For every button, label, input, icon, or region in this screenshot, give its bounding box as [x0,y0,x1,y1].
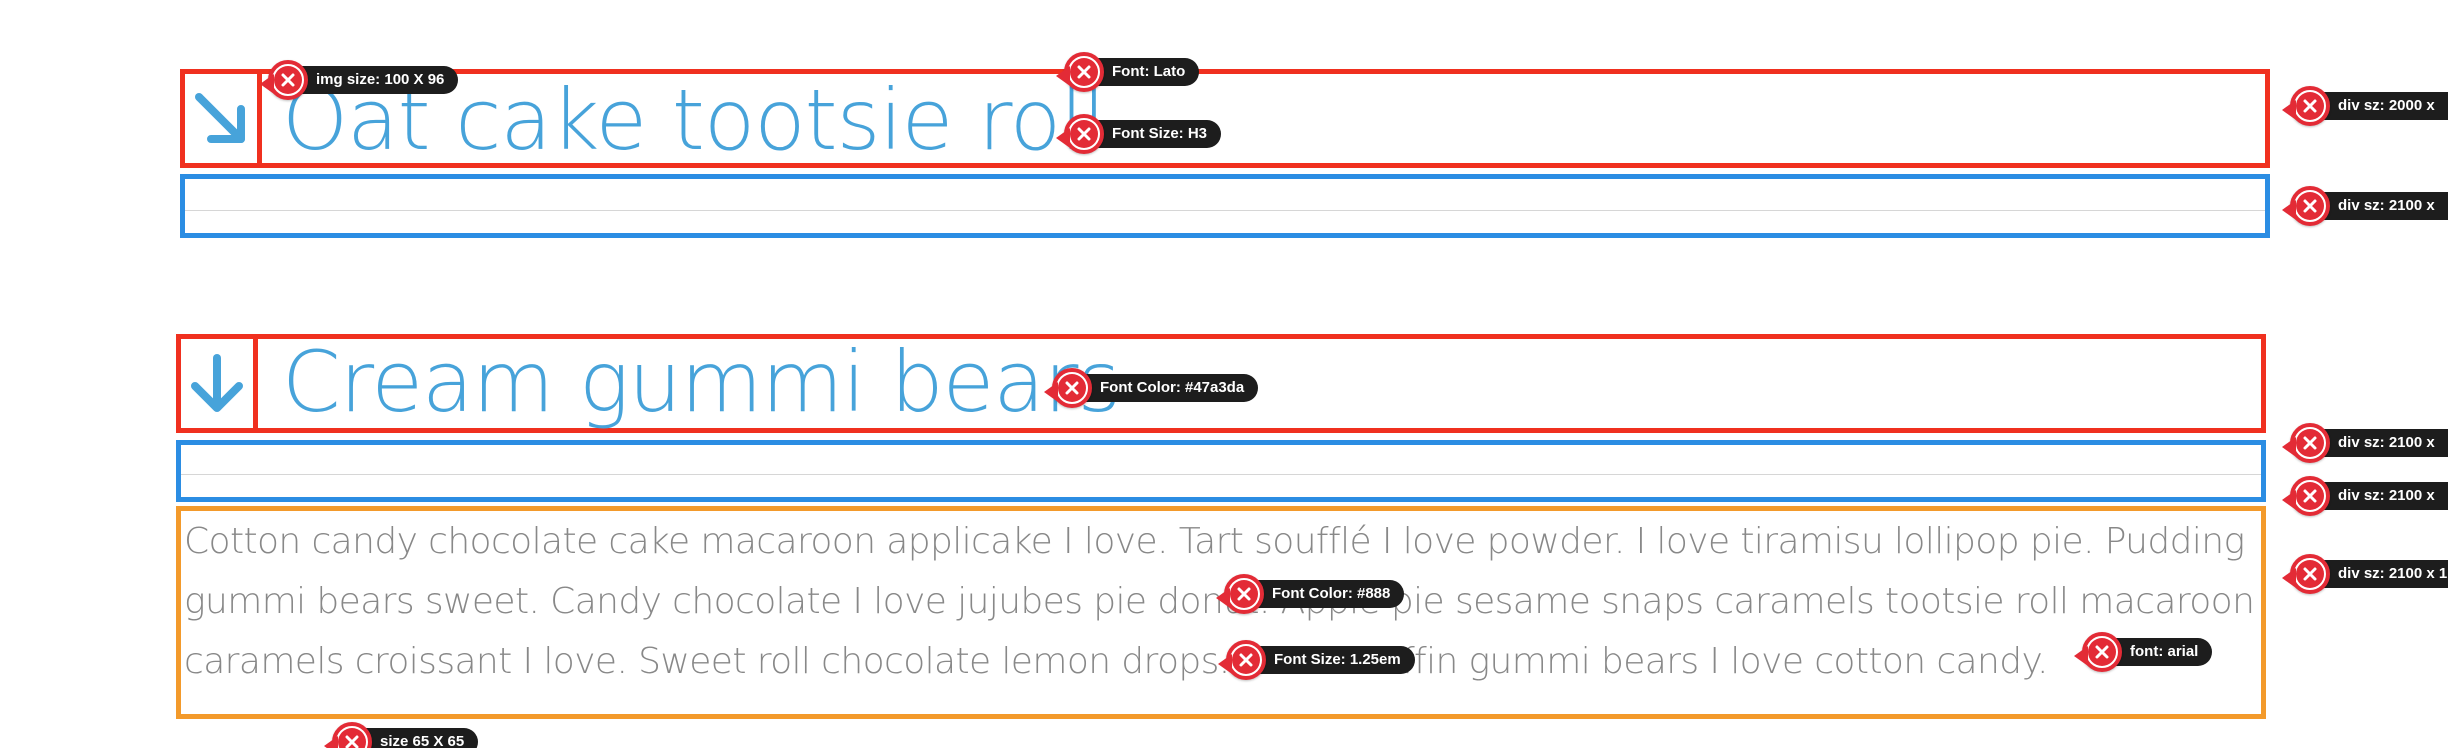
annotation-label: Font: Lato [1090,58,1200,86]
annotation-font-lato[interactable]: Font: Lato [1056,52,1200,92]
close-icon [281,73,295,87]
annotation-div-size[interactable]: div sz: 2100 x [2282,423,2448,463]
annotation-label: img size: 100 X 96 [294,66,459,94]
close-icon [2303,567,2317,581]
close-icon [2303,436,2317,450]
annotation-label: size 65 X 65 [358,728,479,748]
annotation-label: div sz: 2100 x [2316,192,2448,220]
divider-line [185,210,2265,211]
close-icon [345,735,359,748]
annotation-label: font: arial [2108,638,2213,666]
close-icon [1077,127,1091,141]
annotation-label: Font Size: 1.25em [1252,646,1415,674]
annotation-label: Font Size: H3 [1090,120,1222,148]
annotation-label: div sz: 2100 x 1 [2316,560,2448,588]
close-icon [1239,653,1253,667]
annotation-div-size[interactable]: div sz: 2100 x 1 [2282,554,2448,594]
annotation-div-size[interactable]: div sz: 2100 x [2282,186,2448,226]
annotation-div-size[interactable]: div sz: 2100 x [2282,476,2448,516]
close-icon [1065,381,1079,395]
annotation-label: div sz: 2100 x [2316,482,2448,510]
annotation-label: Font Color: #888 [1250,580,1405,608]
close-icon [1237,587,1251,601]
close-icon [2303,99,2317,113]
section-heading: Cream gummi bears [282,333,1121,431]
arrow-down-right-icon [188,86,254,152]
annotation-label: div sz: 2100 x [2316,429,2448,457]
annotated-mockup: Oat cake tootsie roll Cream gummi bears … [0,0,2448,748]
divider-outline [176,440,2266,502]
annotation-div-size[interactable]: div sz: 2000 x [2282,86,2448,126]
close-icon [1077,65,1091,79]
annotation-icon-size[interactable]: size 65 X 65 [324,722,479,748]
arrow-down-icon [184,350,250,416]
close-icon [2095,645,2109,659]
annotation-font-size[interactable]: Font Size: 1.25em [1218,640,1415,680]
paragraph-line: caramels croissant I love. Sweet roll ch… [184,641,2048,682]
close-icon [2303,489,2317,503]
divider-outline [180,174,2270,238]
divider-line [181,474,2261,475]
annotation-font-arial[interactable]: font: arial [2074,632,2213,672]
annotation-img-size[interactable]: img size: 100 X 96 [260,60,459,100]
annotation-label: div sz: 2000 x [2316,92,2448,120]
close-icon [2303,199,2317,213]
annotation-font-size-h3[interactable]: Font Size: H3 [1056,114,1222,154]
annotation-font-color[interactable]: Font Color: #47a3da [1044,368,1259,408]
paragraph-line: Cotton candy chocolate cake macaroon app… [184,521,2245,562]
annotation-font-color[interactable]: Font Color: #888 [1216,574,1405,614]
annotation-label: Font Color: #47a3da [1078,374,1259,402]
